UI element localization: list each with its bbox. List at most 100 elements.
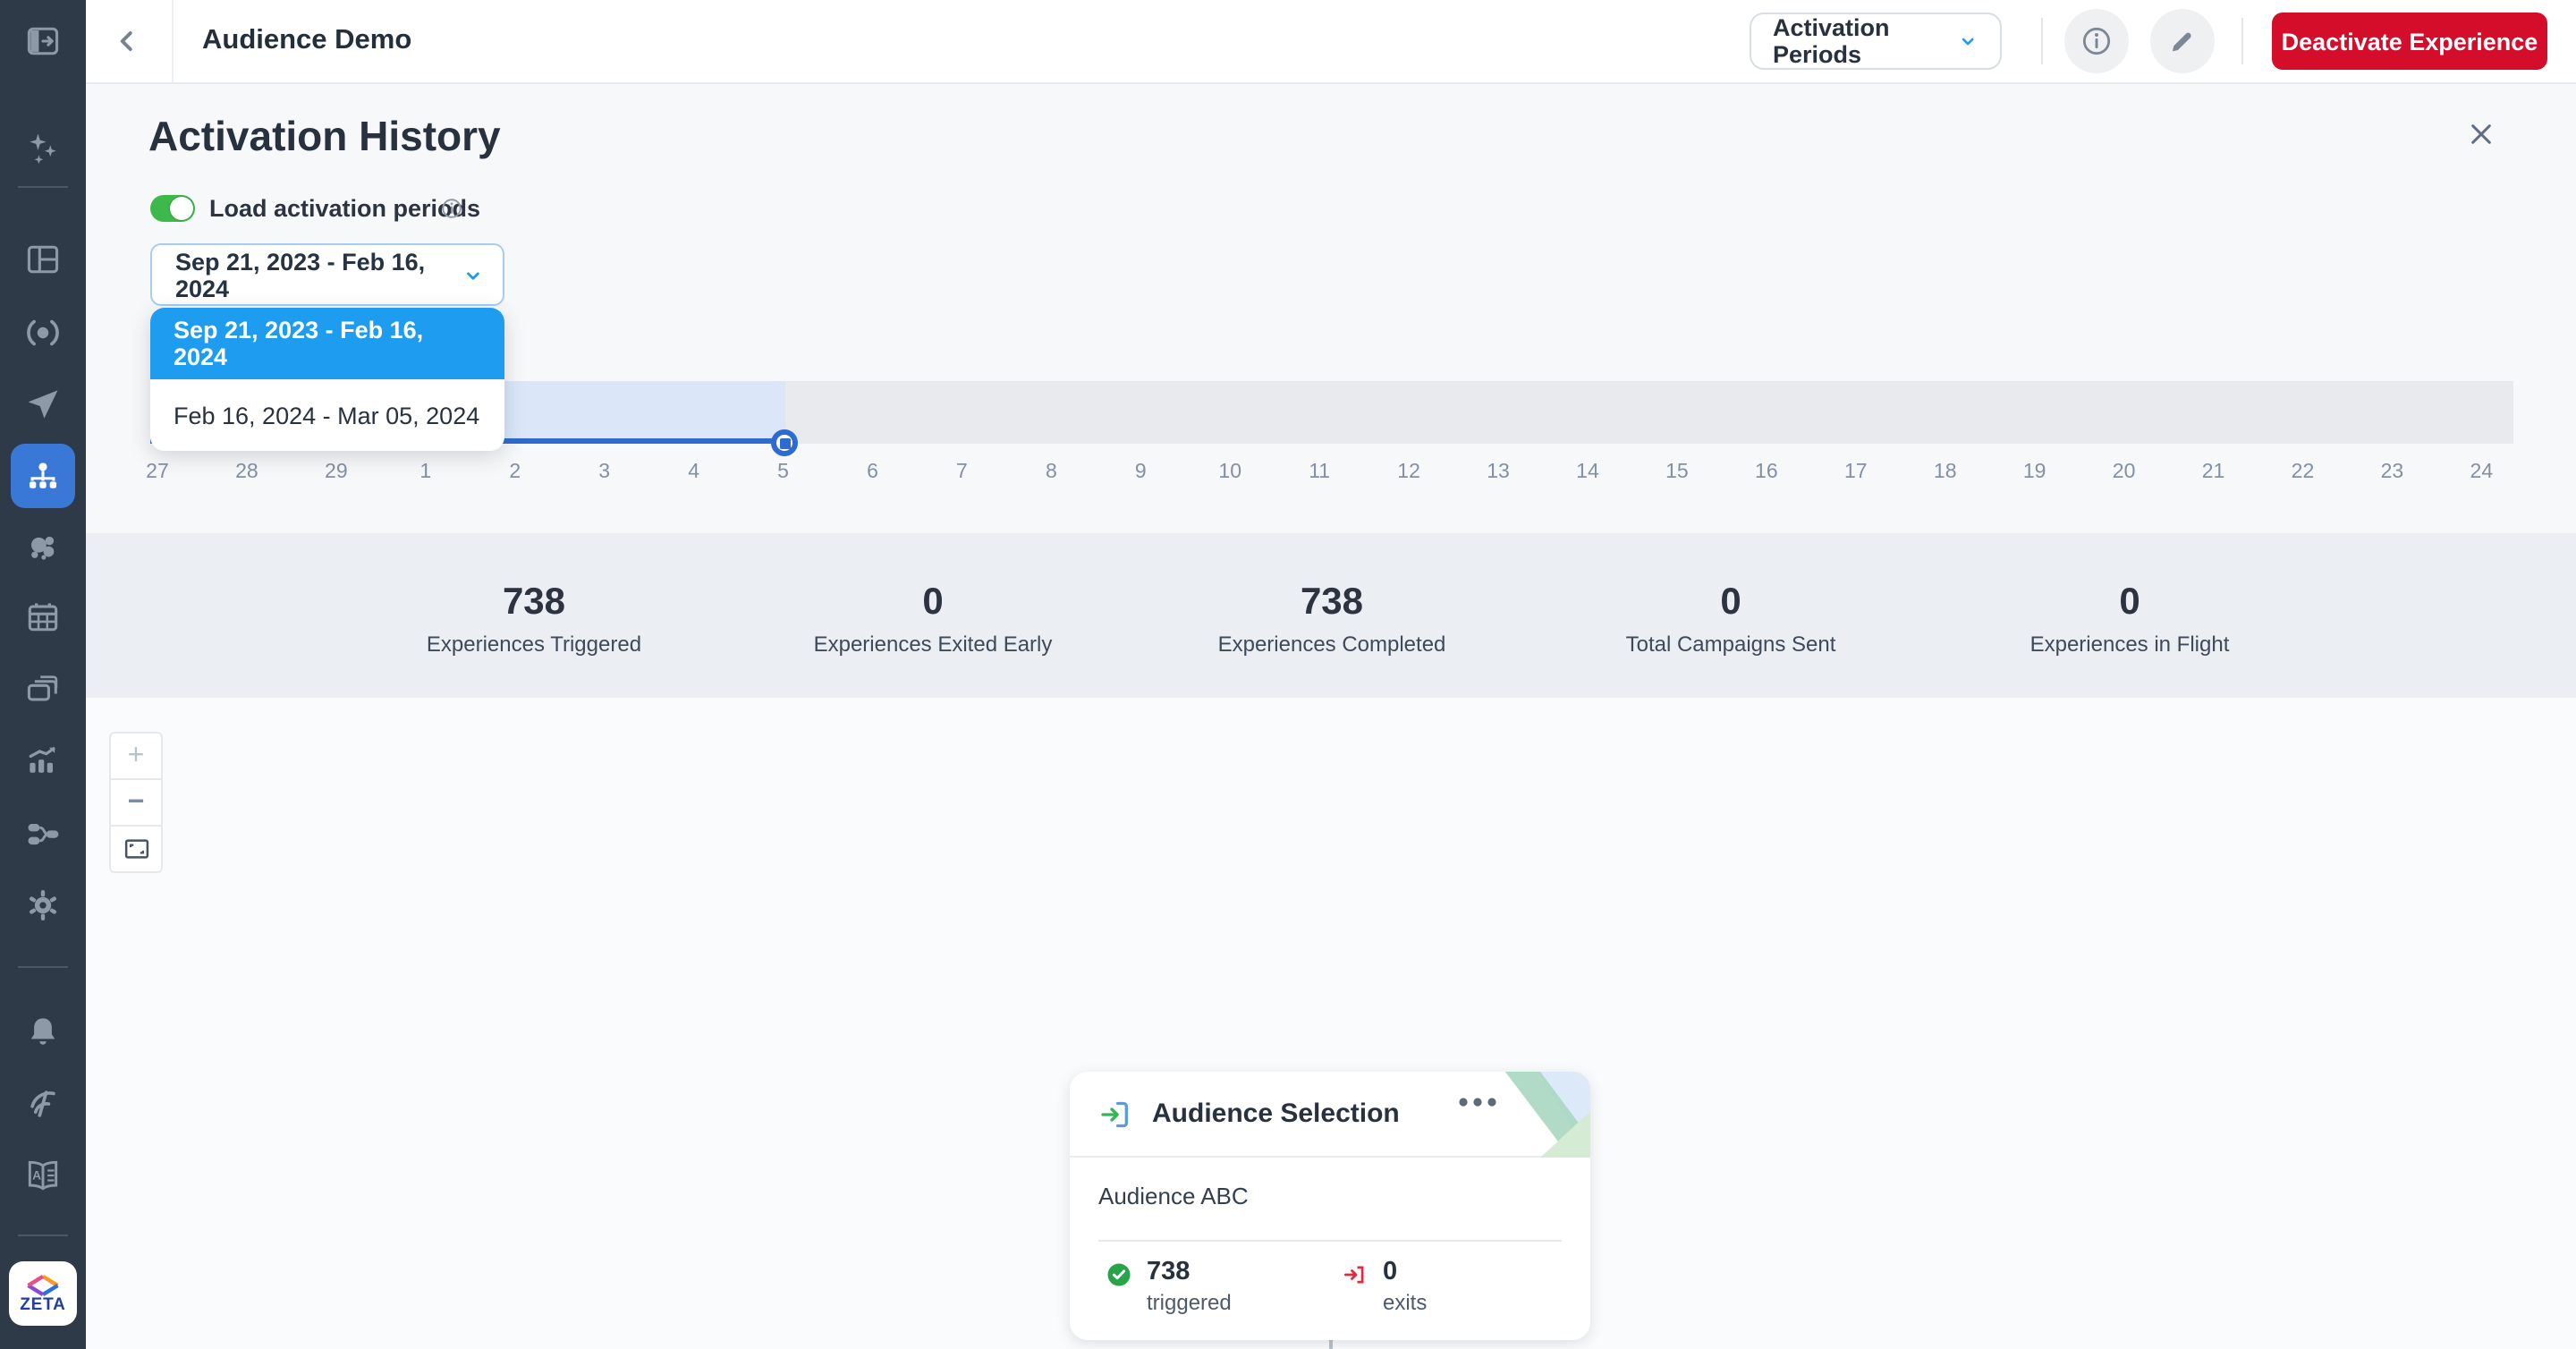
topbar-divider xyxy=(2041,18,2043,64)
pencil-icon xyxy=(2166,25,2199,57)
collapse-sidebar-icon[interactable] xyxy=(11,9,75,73)
sidebar-item-settings[interactable] xyxy=(11,873,75,938)
card-header: Audience Selection xyxy=(1070,1072,1590,1158)
sidebar-item-notifications[interactable] xyxy=(11,1000,75,1065)
timeline-tick: 22 xyxy=(2258,458,2348,487)
close-icon xyxy=(2467,120,2496,148)
info-icon xyxy=(2079,23,2114,59)
deactivate-experience-button[interactable]: Deactivate Experience xyxy=(2272,13,2547,70)
topbar-divider xyxy=(2241,18,2243,64)
stat-item: 738 Experiences Triggered xyxy=(335,533,733,698)
stat-value: 0 xyxy=(922,581,943,624)
sidebar-item-dashboard[interactable] xyxy=(11,227,75,292)
minus-icon: − xyxy=(128,788,145,817)
stat-value: 0 xyxy=(1720,581,1741,624)
stat-value: 0 xyxy=(2119,581,2140,624)
stat-label: Total Campaigns Sent xyxy=(1626,632,1836,657)
timeline-tick: 18 xyxy=(1901,458,1990,487)
timeline-tick: 6 xyxy=(828,458,918,487)
audience-enter-icon xyxy=(1098,1096,1134,1132)
sidebar-item-send[interactable] xyxy=(11,372,75,437)
timeline-tick: 1 xyxy=(381,458,470,487)
timeline-tick: 9 xyxy=(1096,458,1185,487)
stat-label: Experiences Completed xyxy=(1218,632,1446,657)
stat-value: 738 xyxy=(503,581,565,624)
inactive-period-band xyxy=(785,381,2513,444)
timeline-tick: 8 xyxy=(1006,458,1096,487)
fit-to-screen-button[interactable] xyxy=(109,825,163,873)
stat-item: 738 Experiences Completed xyxy=(1132,533,1531,698)
panel-heading: Activation History xyxy=(148,113,501,161)
sidebar-item-templates[interactable] xyxy=(11,657,75,721)
zoom-in-button[interactable]: + xyxy=(109,732,163,780)
activation-periods-dropdown[interactable]: Activation Periods xyxy=(1750,13,2002,70)
timeline-tick: 24 xyxy=(2436,458,2526,487)
canvas-zoom-controls: + − xyxy=(109,732,163,873)
period-select[interactable]: Sep 21, 2023 - Feb 16, 2024 xyxy=(150,243,504,306)
timeline-tick: 13 xyxy=(1453,458,1543,487)
exit-arrow-icon xyxy=(1342,1261,1368,1288)
sidebar-item-calendar[interactable] xyxy=(11,585,75,649)
timeline-tick: 19 xyxy=(1990,458,2080,487)
sidebar-item-journeys[interactable] xyxy=(11,802,75,866)
timeline-tick: 2 xyxy=(470,458,560,487)
load-activation-periods-toggle[interactable] xyxy=(150,195,195,222)
card-title: Audience Selection xyxy=(1152,1099,1400,1129)
stat-label: Experiences Exited Early xyxy=(814,632,1053,657)
timeline-tick: 3 xyxy=(560,458,649,487)
sidebar-divider xyxy=(18,1234,68,1236)
edit-button[interactable] xyxy=(2150,9,2215,73)
info-button[interactable] xyxy=(2064,9,2129,73)
sidebar-item-analytics[interactable] xyxy=(11,728,75,793)
triggered-value: 738 xyxy=(1147,1258,1232,1288)
chevron-down-icon xyxy=(462,262,485,287)
ai-sparkles-icon[interactable] xyxy=(11,116,75,181)
sidebar-item-signals[interactable] xyxy=(11,1072,75,1136)
timeline-tick: 11 xyxy=(1275,458,1364,487)
sidebar-divider xyxy=(18,966,68,968)
timeline-marker-handle[interactable] xyxy=(771,429,798,456)
sidebar-item-focus-target[interactable] xyxy=(11,301,75,365)
timeline-tick: 14 xyxy=(1543,458,1632,487)
zoom-out-button[interactable]: − xyxy=(109,778,163,827)
card-connector-line xyxy=(1329,1340,1332,1349)
period-select-menu: Sep 21, 2023 - Feb 16, 2024 Feb 16, 2024… xyxy=(150,308,504,451)
period-option-1[interactable]: Sep 21, 2023 - Feb 16, 2024 xyxy=(150,308,504,379)
timeline-tick: 27 xyxy=(113,458,202,487)
stat-item: 0 Experiences in Flight xyxy=(1930,533,2329,698)
toggle-info-icon[interactable] xyxy=(440,197,463,220)
sidebar-divider xyxy=(18,186,68,188)
back-button[interactable] xyxy=(107,21,147,61)
sidebar: A ZETA xyxy=(0,0,86,1349)
timeline-tick: 28 xyxy=(202,458,292,487)
period-option-2[interactable]: Feb 16, 2024 - Mar 05, 2024 xyxy=(150,379,504,451)
sidebar-item-audiences[interactable] xyxy=(11,515,75,580)
audience-selection-card[interactable]: Audience Selection Audience ABC 738 trig… xyxy=(1070,1072,1590,1340)
stat-item: 0 Total Campaigns Sent xyxy=(1531,533,1930,698)
stat-label: Experiences Triggered xyxy=(427,632,641,657)
audience-name: Audience ABC xyxy=(1098,1183,1249,1209)
timeline-tick: 4 xyxy=(649,458,739,487)
timeline-tick: 15 xyxy=(1632,458,1722,487)
timeline-tick: 17 xyxy=(1811,458,1901,487)
zeta-logo-text: ZETA xyxy=(20,1296,65,1314)
timeline-tick: 12 xyxy=(1364,458,1453,487)
sidebar-item-glossary[interactable]: A xyxy=(11,1143,75,1208)
exits-value: 0 xyxy=(1383,1258,1427,1288)
stat-value: 738 xyxy=(1301,581,1363,624)
sidebar-item-experience-canvas[interactable] xyxy=(11,444,75,508)
timeline-tick: 10 xyxy=(1185,458,1275,487)
timeline-tick: 7 xyxy=(917,458,1006,487)
close-panel-button[interactable] xyxy=(2463,116,2499,152)
ellipsis-icon xyxy=(1458,1097,1497,1107)
timeline-axis: 2728291234567891011121314151617181920212… xyxy=(113,458,2526,487)
stat-item: 0 Experiences Exited Early xyxy=(733,533,1132,698)
zeta-logo[interactable]: ZETA xyxy=(9,1261,77,1326)
exits-label: exits xyxy=(1383,1290,1427,1315)
svg-text:A: A xyxy=(32,1169,41,1183)
timeline-tick: 21 xyxy=(2169,458,2258,487)
exits-stat: 0 exits xyxy=(1342,1258,1427,1315)
app-root: A ZETA Audience Demo Activation Periods … xyxy=(0,0,2576,1349)
card-divider xyxy=(1098,1240,1562,1242)
card-menu-button[interactable] xyxy=(1458,1097,1497,1107)
